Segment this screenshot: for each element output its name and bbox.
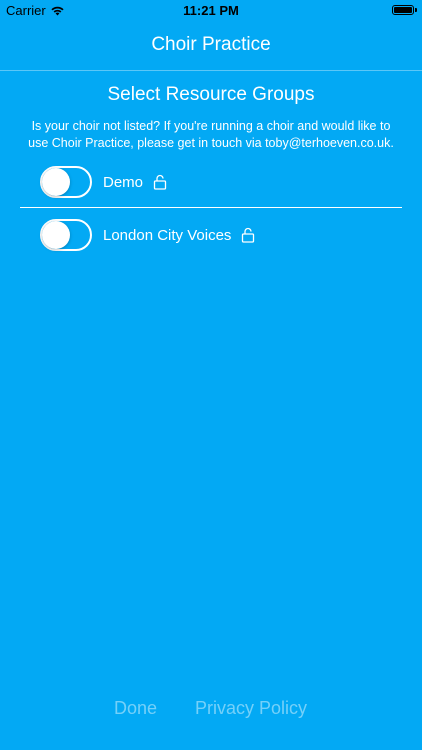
bottom-bar: Done Privacy Policy [0, 698, 422, 724]
toggle-knob [42, 221, 70, 249]
group-label-demo: Demo [103, 173, 144, 191]
battery-cap [415, 8, 417, 12]
lock-icon [241, 227, 255, 243]
nav-title: Choir Practice [151, 34, 271, 55]
section-title: Select Resource Groups [107, 84, 315, 105]
nav-divider [0, 70, 422, 71]
group-label-london-city-voices: London City Voices [103, 226, 232, 244]
battery-fill [394, 7, 412, 13]
battery-icon [392, 5, 414, 15]
toggle-knob [42, 168, 70, 196]
privacy-policy-button[interactable]: Privacy Policy [195, 698, 307, 719]
row-divider [20, 207, 402, 208]
toggle-london-city-voices[interactable] [40, 219, 92, 251]
lock-icon [153, 174, 167, 190]
group-row-london-city-voices: London City Voices [0, 213, 422, 257]
status-time: 11:21 PM [183, 3, 239, 18]
status-bar: Carrier 11:21 PM [0, 0, 422, 22]
toggle-demo[interactable] [40, 166, 92, 198]
done-button[interactable]: Done [114, 698, 157, 719]
section-description: Is your choir not listed? If you're runn… [28, 119, 394, 150]
group-row-demo: Demo [0, 160, 422, 204]
